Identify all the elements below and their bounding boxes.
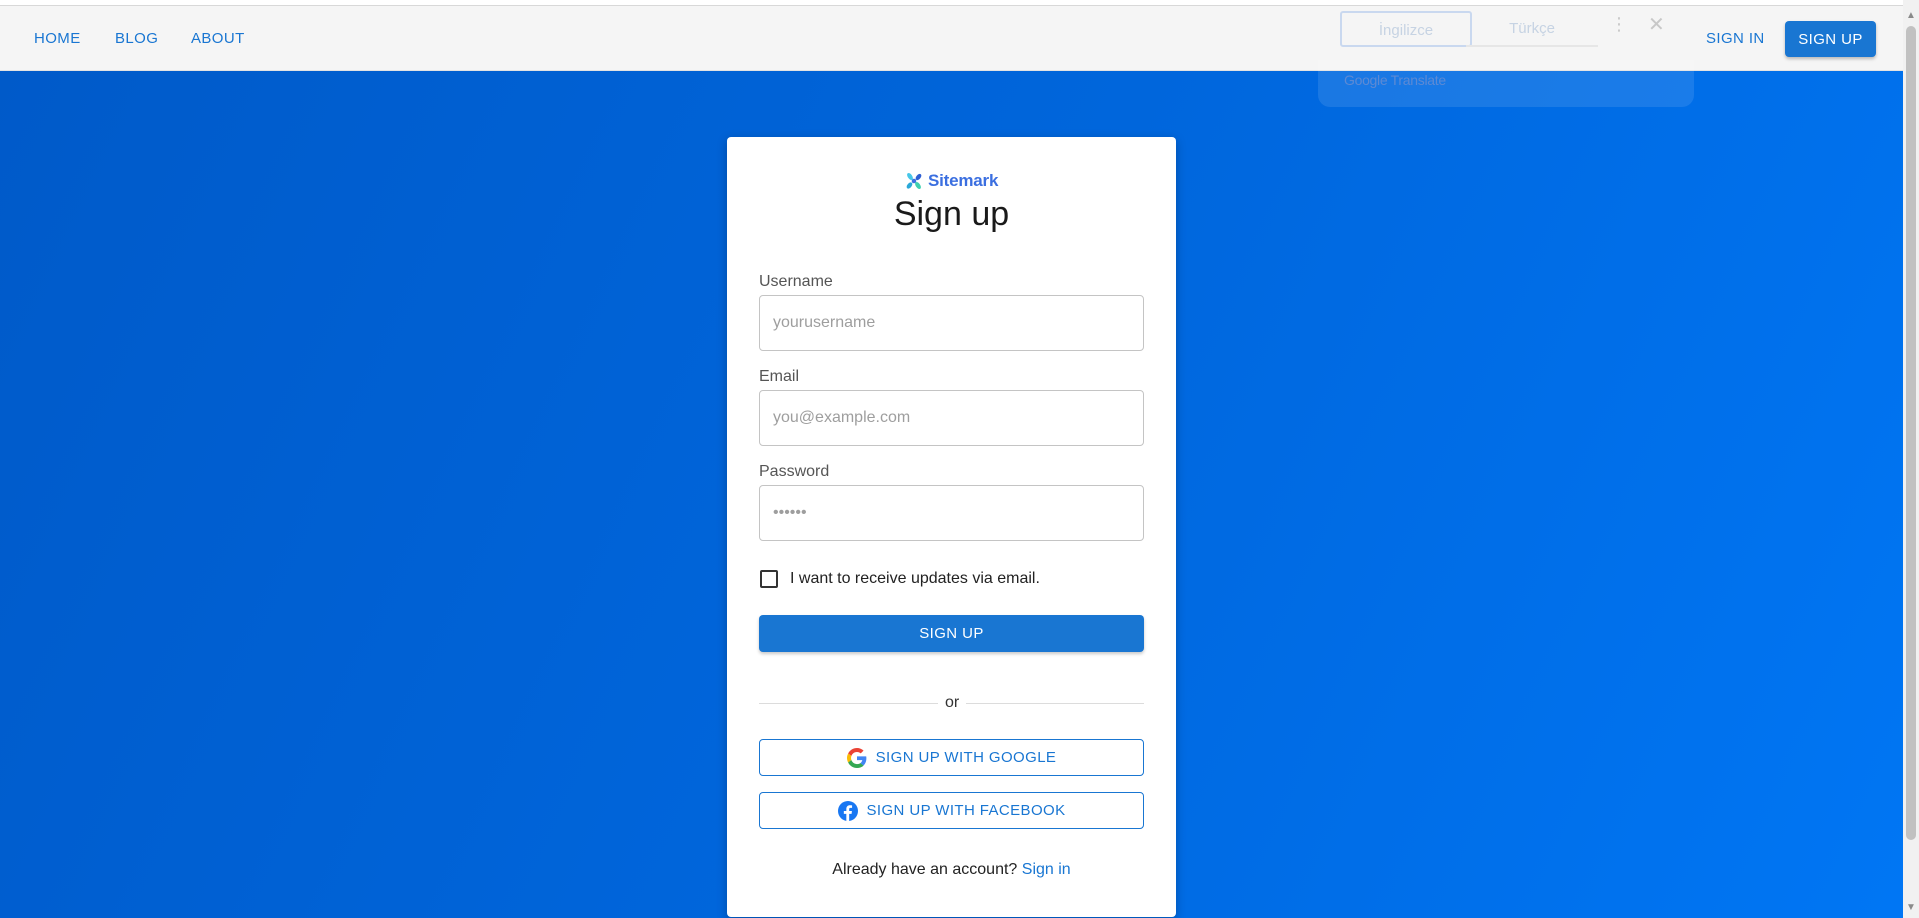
- email-input[interactable]: [759, 390, 1144, 446]
- email-label: Email: [759, 368, 800, 385]
- sign-up-facebook-button[interactable]: SIGN UP WITH FACEBOOK: [759, 792, 1144, 829]
- already-have-account: Already have an account? Sign in: [727, 861, 1176, 879]
- or-divider: or: [759, 694, 1144, 714]
- updates-checkbox-label[interactable]: I want to receive updates via email.: [790, 570, 1040, 588]
- nav-sign-up-button[interactable]: SIGN UP: [1785, 21, 1876, 57]
- nav-blog-link[interactable]: BLOG: [115, 30, 158, 60]
- more-vert-icon[interactable]: ⋮: [1610, 14, 1628, 35]
- sitemark-logo: Sitemark: [904, 170, 998, 192]
- google-button-label: SIGN UP WITH GOOGLE: [875, 749, 1057, 766]
- nav-home-link[interactable]: HOME: [34, 30, 81, 60]
- nav-sign-in-link[interactable]: SIGN IN: [1706, 30, 1765, 60]
- password-label: Password: [759, 463, 830, 480]
- facebook-icon: [837, 800, 858, 821]
- divider-text: or: [945, 694, 960, 711]
- translate-brand: Google Translate: [1344, 72, 1446, 88]
- scrollbar-thumb[interactable]: [1906, 26, 1916, 840]
- updates-checkbox[interactable]: [760, 570, 778, 588]
- page-title: Sign up: [893, 195, 1010, 233]
- logo-text: Sitemark: [928, 171, 999, 190]
- translate-source-language[interactable]: İngilizce: [1340, 11, 1472, 47]
- sign-up-card: Sitemark Sign up Username Email Password…: [727, 137, 1176, 917]
- username-label: Username: [759, 273, 833, 290]
- updates-checkbox-row[interactable]: I want to receive updates via email.: [759, 567, 1040, 591]
- scroll-up-icon[interactable]: ▲: [1903, 8, 1919, 24]
- translate-language-bar: İngilizce Türkçe ⋮ ✕: [1318, 6, 1694, 60]
- username-input[interactable]: [759, 295, 1144, 351]
- vertical-scrollbar[interactable]: ▲ ▼: [1903, 0, 1919, 918]
- translate-target-language[interactable]: Türkçe: [1466, 11, 1598, 47]
- facebook-button-label: SIGN UP WITH FACEBOOK: [866, 802, 1066, 819]
- google-translate-popup: İngilizce Türkçe ⋮ ✕ Google Translate: [1318, 6, 1694, 107]
- scroll-down-icon[interactable]: ▼: [1903, 900, 1919, 916]
- sign-up-submit-button[interactable]: SIGN UP: [759, 615, 1144, 652]
- footer-prompt: Already have an account?: [832, 861, 1022, 878]
- password-input[interactable]: [759, 485, 1144, 541]
- nav-about-link[interactable]: ABOUT: [191, 30, 245, 60]
- sign-up-google-button[interactable]: SIGN UP WITH GOOGLE: [759, 739, 1144, 776]
- google-icon: [846, 747, 867, 768]
- close-icon[interactable]: ✕: [1648, 12, 1665, 37]
- sign-in-link[interactable]: Sign in: [1022, 861, 1071, 878]
- divider-line-right: [966, 703, 1144, 704]
- sitemark-logo-icon: [906, 172, 922, 190]
- divider-line-left: [759, 703, 938, 704]
